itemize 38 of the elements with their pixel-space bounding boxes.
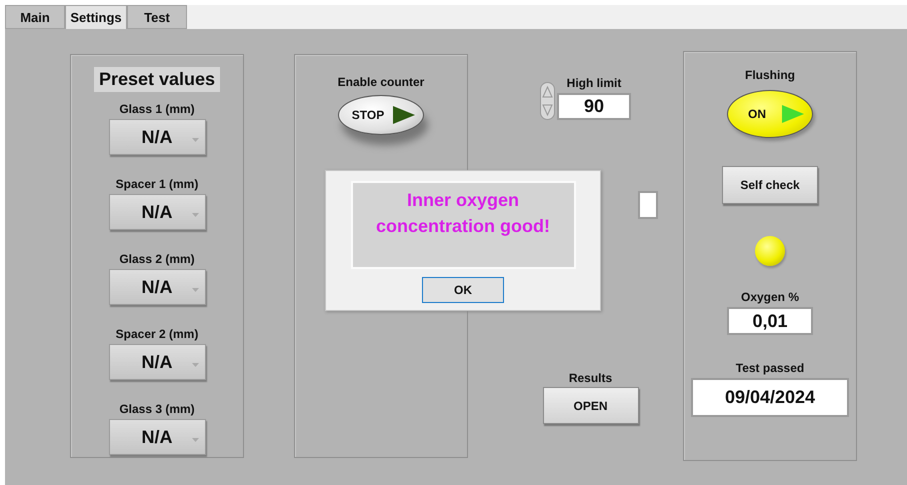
numeric-indicator: 0,01 xyxy=(727,307,813,335)
pointer-icon xyxy=(391,104,417,126)
field-label: Spacer 1 (mm) xyxy=(116,177,198,191)
caret-icon xyxy=(192,138,198,142)
tab[interactable]: Test xyxy=(127,5,187,29)
button-label: Results xyxy=(568,371,612,385)
field-label: Spacer 2 (mm) xyxy=(116,327,198,341)
caret-icon xyxy=(192,288,198,292)
ring-selector[interactable]: N/A xyxy=(108,269,206,305)
ring-selector[interactable]: N/A xyxy=(108,194,206,230)
open-button[interactable]: OPEN xyxy=(542,387,638,424)
caret-icon xyxy=(192,213,198,217)
field-label: Glass 2 (mm) xyxy=(119,252,195,266)
panel-title: Preset values xyxy=(94,67,220,92)
tab[interactable]: Main xyxy=(5,5,65,29)
switch-label: Flushing xyxy=(745,68,795,82)
dialog-message: Inner oxygen concentration good! xyxy=(350,181,576,269)
switch-label: Enable counter xyxy=(338,75,424,89)
field-label: Glass 1 (mm) xyxy=(119,102,195,116)
caret-icon xyxy=(192,438,198,442)
toggle-switch[interactable]: STOP xyxy=(338,95,424,135)
numeric-field[interactable]: 90 xyxy=(557,93,631,120)
field-label: High limit xyxy=(566,76,622,90)
field-label: Oxygen % xyxy=(740,290,800,304)
pointer-icon xyxy=(780,103,806,125)
numeric-field[interactable] xyxy=(638,191,658,219)
field-label: Test passed xyxy=(736,361,804,375)
ok-button[interactable]: OK xyxy=(422,277,504,303)
self-check-button[interactable]: Self check xyxy=(722,166,818,204)
toggle-switch[interactable]: ON xyxy=(727,90,813,138)
caret-icon xyxy=(192,363,198,367)
field-label: Glass 3 (mm) xyxy=(119,402,195,416)
increment-decrement-icon[interactable] xyxy=(540,82,555,120)
ring-selector[interactable]: N/A xyxy=(108,119,206,155)
date-indicator: 09/04/2024 xyxy=(691,378,849,417)
tab[interactable]: Settings xyxy=(65,5,127,29)
ring-selector[interactable]: N/A xyxy=(108,344,206,380)
ring-selector[interactable]: N/A xyxy=(108,419,206,455)
